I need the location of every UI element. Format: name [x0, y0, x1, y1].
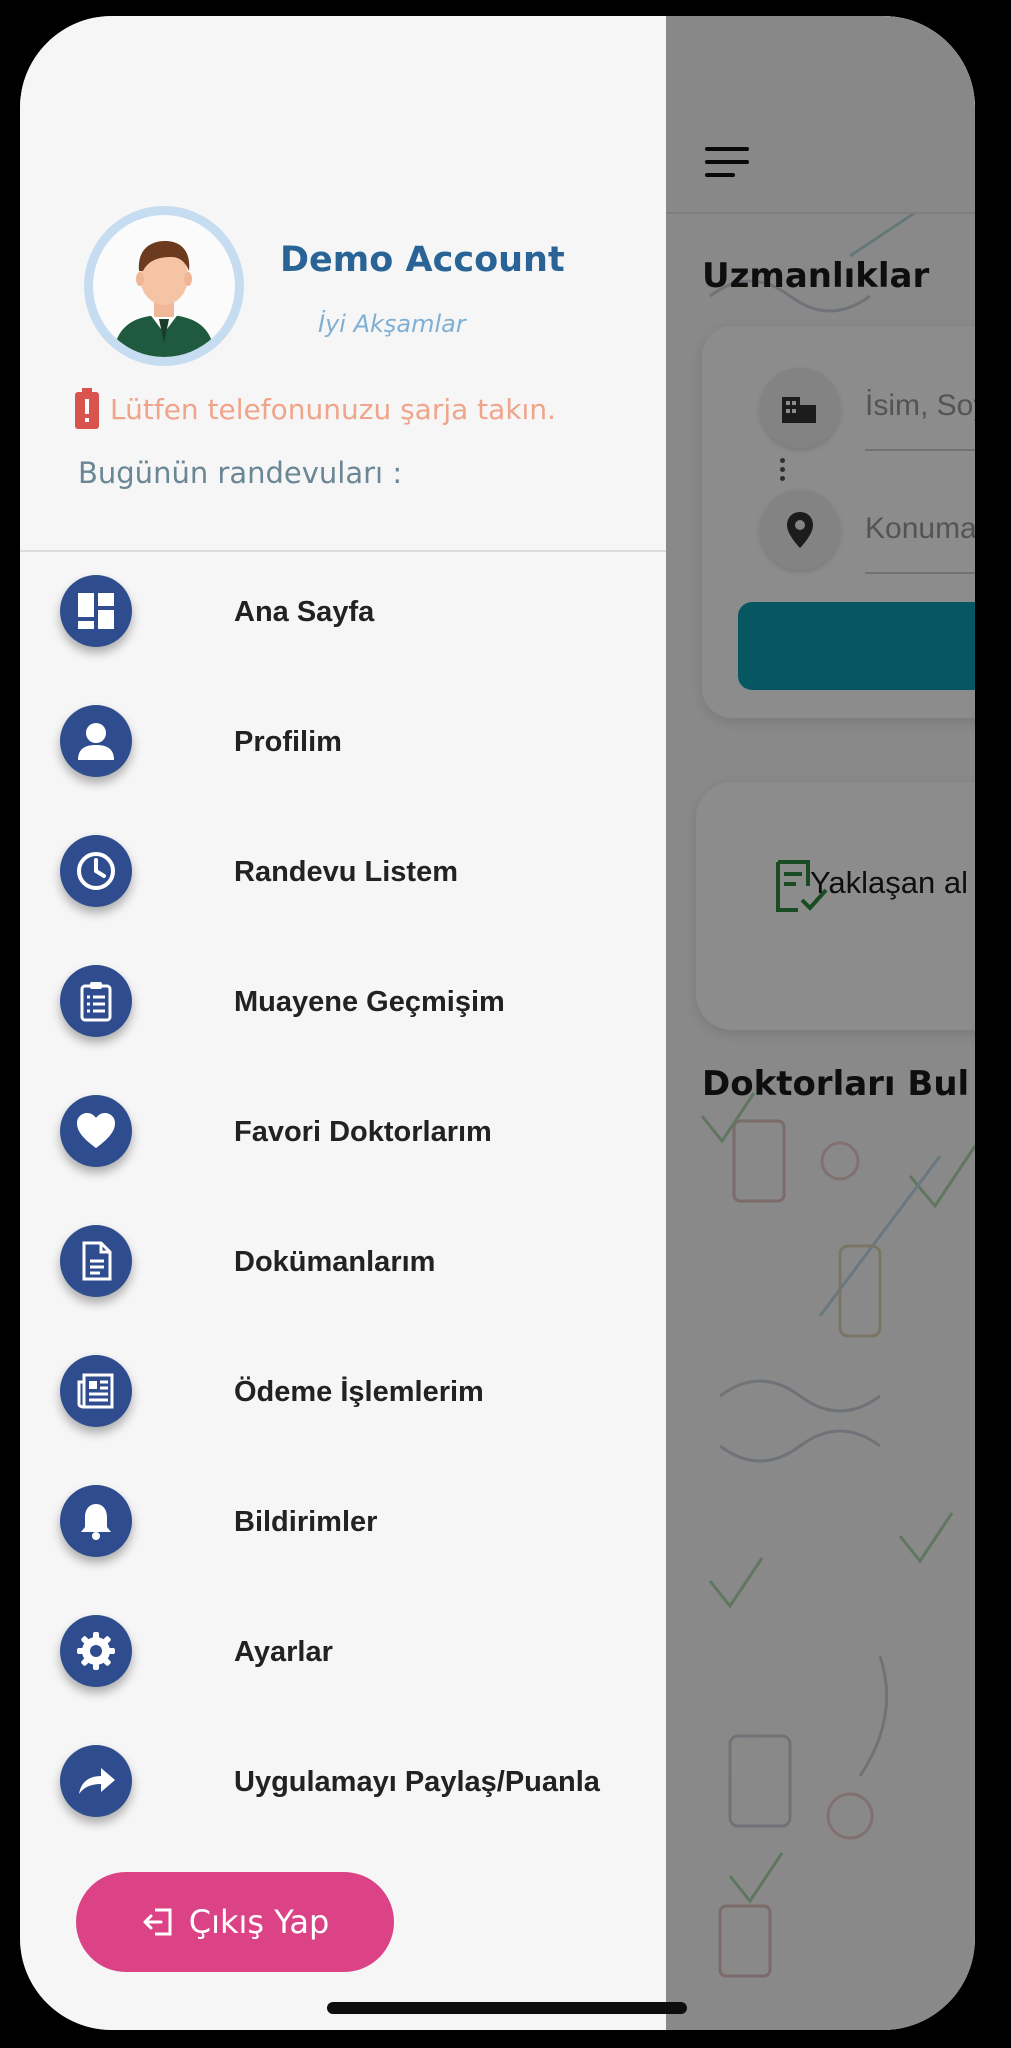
- battery-alert-icon: [75, 388, 99, 429]
- clipboard-icon: [60, 965, 132, 1037]
- logout-label: Çıkış Yap: [188, 1903, 330, 1941]
- logout-button[interactable]: Çıkış Yap: [76, 1872, 394, 1972]
- home-indicator[interactable]: [327, 2002, 687, 2014]
- menu-item-profile[interactable]: Profilim: [20, 682, 666, 802]
- dashboard-icon: [60, 575, 132, 647]
- clock-icon: [60, 835, 132, 907]
- document-icon: [60, 1225, 132, 1297]
- avatar[interactable]: [84, 206, 244, 366]
- menu-item-label: Muayene Geçmişim: [234, 986, 505, 1018]
- menu-item-exam-history[interactable]: Muayene Geçmişim: [20, 942, 666, 1062]
- menu-item-documents[interactable]: Dokümanlarım: [20, 1202, 666, 1322]
- menu-item-home[interactable]: Ana Sayfa: [20, 552, 666, 672]
- battery-warning-text: Lütfen telefonunuzu şarja takın.: [110, 392, 556, 426]
- menu-item-label: Randevu Listem: [234, 856, 458, 888]
- menu-item-favorite-doctors[interactable]: Favori Doktorlarım: [20, 1072, 666, 1192]
- newspaper-icon: [60, 1355, 132, 1427]
- menu-item-label: Ayarlar: [234, 1636, 333, 1668]
- menu-item-label: Profilim: [234, 726, 342, 758]
- bell-icon: [60, 1485, 132, 1557]
- heart-icon: [60, 1095, 132, 1167]
- menu-item-label: Ödeme İşlemlerim: [234, 1376, 484, 1408]
- phone-frame: Uzmanlıklar İsim, Soy Konuma Yaklaşan al…: [20, 16, 975, 2030]
- greeting-text: İyi Akşamlar: [318, 310, 466, 338]
- menu-item-label: Dokümanlarım: [234, 1246, 436, 1278]
- logout-icon: [143, 1908, 172, 1936]
- user-avatar-illustration: [113, 241, 215, 357]
- user-icon: [60, 705, 132, 777]
- navigation-drawer: Demo Account İyi Akşamlar Lütfen telefon…: [20, 16, 666, 2030]
- menu-item-settings[interactable]: Ayarlar: [20, 1592, 666, 1712]
- share-icon: [60, 1745, 132, 1817]
- menu-item-label: Ana Sayfa: [234, 596, 375, 628]
- menu-item-label: Uygulamayı Paylaş/Puanla: [234, 1766, 600, 1798]
- menu-item-label: Favori Doktorlarım: [234, 1116, 492, 1148]
- battery-warning: Lütfen telefonunuzu şarja takın.: [74, 388, 556, 430]
- today-appointments-label: Bugünün randevuları :: [78, 456, 403, 490]
- menu-item-appointments[interactable]: Randevu Listem: [20, 812, 666, 932]
- menu-item-payments[interactable]: Ödeme İşlemlerim: [20, 1332, 666, 1452]
- user-name: Demo Account: [280, 240, 565, 280]
- gear-icon: [60, 1615, 132, 1687]
- menu-item-label: Bildirimler: [234, 1506, 378, 1538]
- menu-item-notifications[interactable]: Bildirimler: [20, 1462, 666, 1582]
- menu-item-share-rate[interactable]: Uygulamayı Paylaş/Puanla: [20, 1722, 666, 1842]
